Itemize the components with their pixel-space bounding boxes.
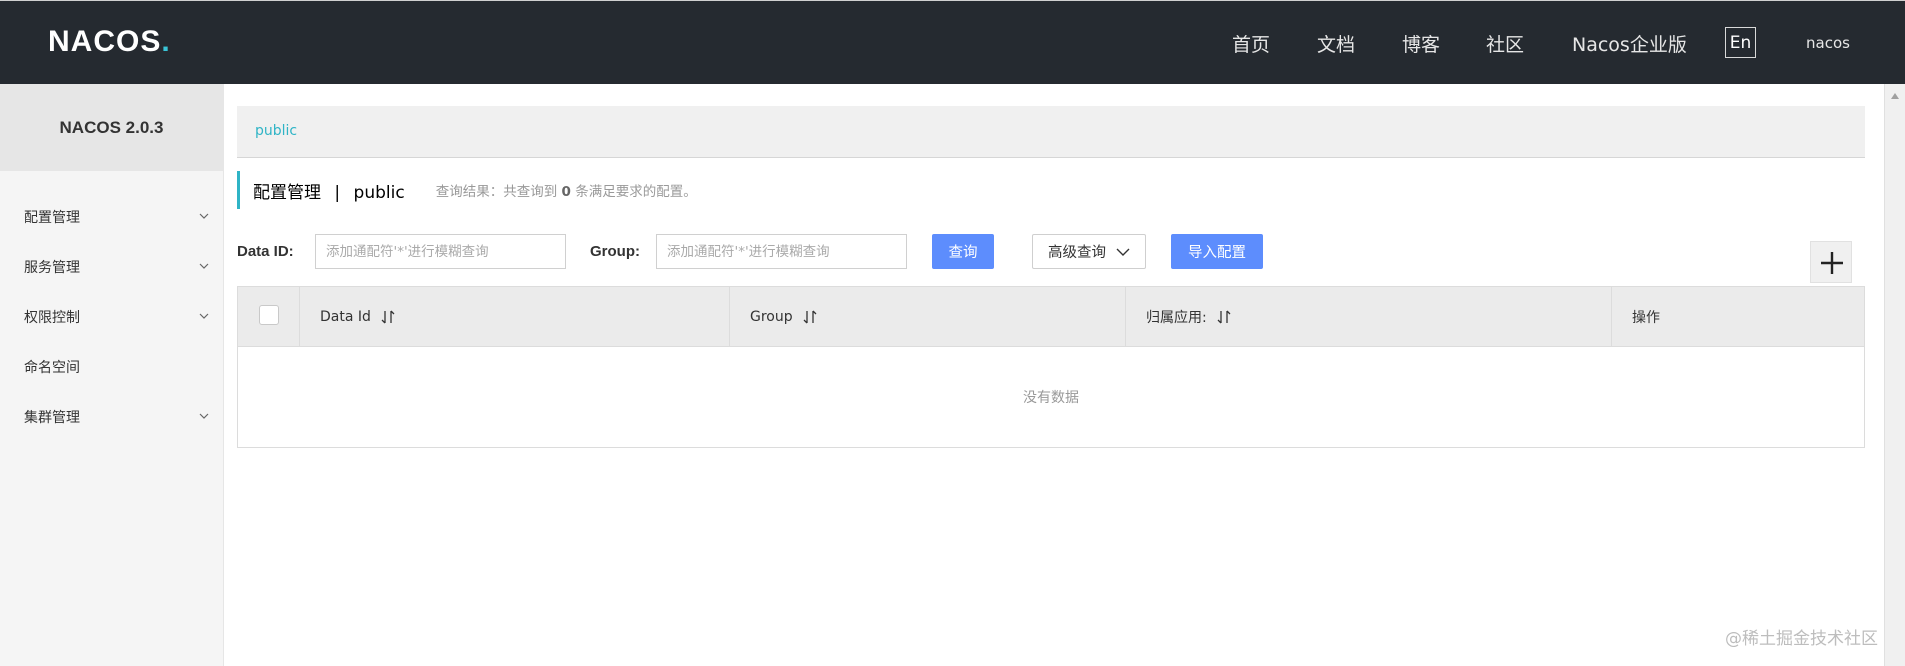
query-result-prefix: 查询结果：共查询到: [435, 184, 558, 200]
config-table: Data Id Group 归属应用: 操作 没有数据: [237, 286, 1865, 448]
select-all-cell: [238, 287, 300, 347]
user-menu[interactable]: nacos: [1806, 1, 1850, 85]
add-config-button[interactable]: [1810, 241, 1852, 283]
page-title-main: 配置管理: [253, 182, 321, 203]
sidebar: NACOS 2.0.3 配置管理 服务管理 权限控制 命名空间 集群管理: [0, 84, 224, 666]
advanced-query-button[interactable]: 高级查询: [1032, 234, 1146, 269]
top-navbar: NACOS. 首页 文档 博客 社区 Nacos企业版 En nacos: [0, 0, 1905, 84]
column-header-group[interactable]: Group: [730, 287, 1126, 347]
logo-dot: .: [161, 25, 171, 58]
table-header: Data Id Group 归属应用: 操作: [238, 287, 1864, 347]
column-header-label: Group: [750, 309, 793, 325]
chevron-down-icon: [199, 263, 209, 269]
select-all-checkbox[interactable]: [259, 305, 279, 325]
sidebar-item-access-control[interactable]: 权限控制: [0, 297, 224, 337]
sidebar-version-title: NACOS 2.0.3: [0, 84, 223, 171]
column-header-actions: 操作: [1612, 287, 1864, 347]
chevron-down-icon: [1116, 248, 1130, 256]
sidebar-item-label: 命名空间: [24, 360, 80, 376]
page-title: 配置管理 | public: [240, 178, 405, 203]
chevron-down-icon: [199, 313, 209, 319]
nav-item-blog[interactable]: 博客: [1402, 1, 1440, 85]
page-title-row: 配置管理 | public 查询结果：共查询到 0 条满足要求的配置。: [237, 171, 697, 209]
column-header-app[interactable]: 归属应用:: [1126, 287, 1612, 347]
plus-icon: [1821, 252, 1843, 274]
search-button[interactable]: 查询: [932, 234, 994, 269]
sidebar-item-label: 权限控制: [24, 310, 80, 326]
sidebar-item-cluster-management[interactable]: 集群管理: [0, 397, 224, 437]
import-config-button[interactable]: 导入配置: [1171, 234, 1263, 269]
query-result-count: 0: [561, 184, 571, 200]
sort-icon[interactable]: [381, 309, 395, 325]
namespace-link-public[interactable]: public: [255, 123, 297, 139]
title-separator: |: [334, 182, 341, 203]
nav-item-home[interactable]: 首页: [1232, 1, 1270, 85]
sort-icon[interactable]: [1217, 309, 1231, 325]
logo-text: NACOS: [48, 25, 162, 58]
query-result-suffix: 条满足要求的配置。: [575, 184, 697, 200]
table-empty-message: 没有数据: [1023, 390, 1079, 406]
sidebar-item-label: 集群管理: [24, 410, 80, 426]
group-input[interactable]: [656, 234, 907, 269]
page-title-namespace: public: [353, 182, 405, 203]
column-header-label: 操作: [1632, 310, 1660, 326]
nacos-logo[interactable]: NACOS.: [48, 25, 171, 59]
sidebar-item-namespace[interactable]: 命名空间: [0, 347, 224, 387]
scroll-up-arrow-icon[interactable]: [1890, 92, 1900, 100]
sidebar-item-config-management[interactable]: 配置管理: [0, 197, 224, 237]
language-switch-button[interactable]: En: [1725, 27, 1756, 58]
chevron-down-icon: [199, 413, 209, 419]
watermark: @稀土掘金技术社区: [1725, 629, 1878, 649]
sidebar-item-label: 配置管理: [24, 210, 80, 226]
sidebar-item-label: 服务管理: [24, 260, 80, 276]
nav-item-docs[interactable]: 文档: [1317, 1, 1355, 85]
vertical-scrollbar[interactable]: [1884, 84, 1905, 666]
group-label: Group:: [590, 243, 640, 260]
advanced-query-label: 高级查询: [1048, 245, 1106, 261]
nav-item-enterprise[interactable]: Nacos企业版: [1572, 1, 1687, 85]
column-header-label: Data Id: [320, 309, 371, 325]
data-id-label: Data ID:: [237, 243, 294, 260]
column-header-label: 归属应用:: [1146, 310, 1207, 326]
column-header-data-id[interactable]: Data Id: [300, 287, 730, 347]
sidebar-item-service-management[interactable]: 服务管理: [0, 247, 224, 287]
namespace-bar: public: [237, 106, 1865, 158]
data-id-input[interactable]: [315, 234, 566, 269]
sort-icon[interactable]: [803, 309, 817, 325]
query-result-text: 查询结果：共查询到 0 条满足要求的配置。: [436, 180, 697, 200]
chevron-down-icon: [199, 213, 209, 219]
nav-item-community[interactable]: 社区: [1486, 1, 1524, 85]
